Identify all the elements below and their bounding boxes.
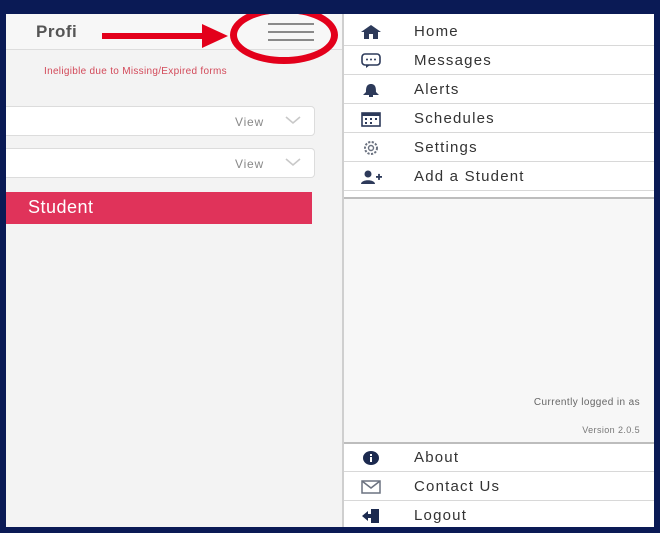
ineligible-notice: Ineligible due to Missing/Expired forms: [44, 66, 227, 77]
page-title: Profi: [36, 22, 78, 41]
add-student-label: Student: [28, 197, 94, 217]
menu-item-label: Logout: [414, 507, 468, 524]
view-button[interactable]: View: [235, 157, 264, 171]
menu-item-label: About: [414, 449, 460, 466]
bell-icon: [363, 84, 379, 97]
logged-in-text: Currently logged in as: [533, 397, 640, 408]
annotation-arrow-head: [202, 24, 228, 48]
hamburger-menu-button[interactable]: [268, 23, 314, 45]
menu-item-label: Alerts: [414, 81, 460, 98]
hamburger-icon-line: [268, 39, 314, 41]
menu-item-label: Home: [414, 23, 459, 40]
menu-item-about[interactable]: About: [344, 444, 654, 472]
message-icon: [361, 53, 381, 68]
add-user-icon: [361, 170, 382, 184]
hamburger-icon-line: [268, 31, 314, 33]
calendar-icon: [361, 112, 381, 127]
menu-item-label: Settings: [414, 139, 478, 156]
menu-item-add-student[interactable]: Add a Student: [344, 163, 654, 191]
info-icon: [363, 451, 379, 465]
navigation-drawer: Home Messages Alerts Schedules Settings …: [344, 14, 654, 527]
menu-item-label: Add a Student: [414, 168, 525, 185]
menu-item-settings[interactable]: Settings: [344, 134, 654, 162]
profile-header: Profi: [6, 14, 343, 50]
menu-item-home[interactable]: Home: [344, 18, 654, 46]
home-icon: [361, 25, 381, 39]
version-text: Version 2.0.5: [582, 425, 640, 435]
menu-item-logout[interactable]: Logout: [344, 502, 654, 527]
view-button[interactable]: View: [235, 115, 264, 129]
menu-item-schedules[interactable]: Schedules: [344, 105, 654, 133]
envelope-icon: [361, 480, 381, 494]
menu-item-contact-us[interactable]: Contact Us: [344, 473, 654, 501]
student-profile-panel: Profi Ineligible due to Missing/Expired …: [6, 14, 343, 527]
app-screen: Profi Ineligible due to Missing/Expired …: [6, 14, 654, 527]
student-row[interactable]: View: [6, 148, 315, 178]
menu-item-label: Contact Us: [414, 478, 501, 495]
menu-item-label: Schedules: [414, 110, 495, 127]
menu-item-messages[interactable]: Messages: [344, 47, 654, 75]
menu-item-label: Messages: [414, 52, 492, 69]
menu-item-alerts[interactable]: Alerts: [344, 76, 654, 104]
student-row[interactable]: View: [6, 106, 315, 136]
hamburger-icon: [268, 23, 314, 25]
annotation-arrow: [102, 33, 214, 39]
chevron-down-icon[interactable]: [284, 155, 302, 169]
gear-icon: [364, 141, 378, 155]
add-student-button[interactable]: Student: [6, 192, 312, 224]
logout-icon: [362, 509, 379, 523]
chevron-down-icon[interactable]: [284, 113, 302, 127]
